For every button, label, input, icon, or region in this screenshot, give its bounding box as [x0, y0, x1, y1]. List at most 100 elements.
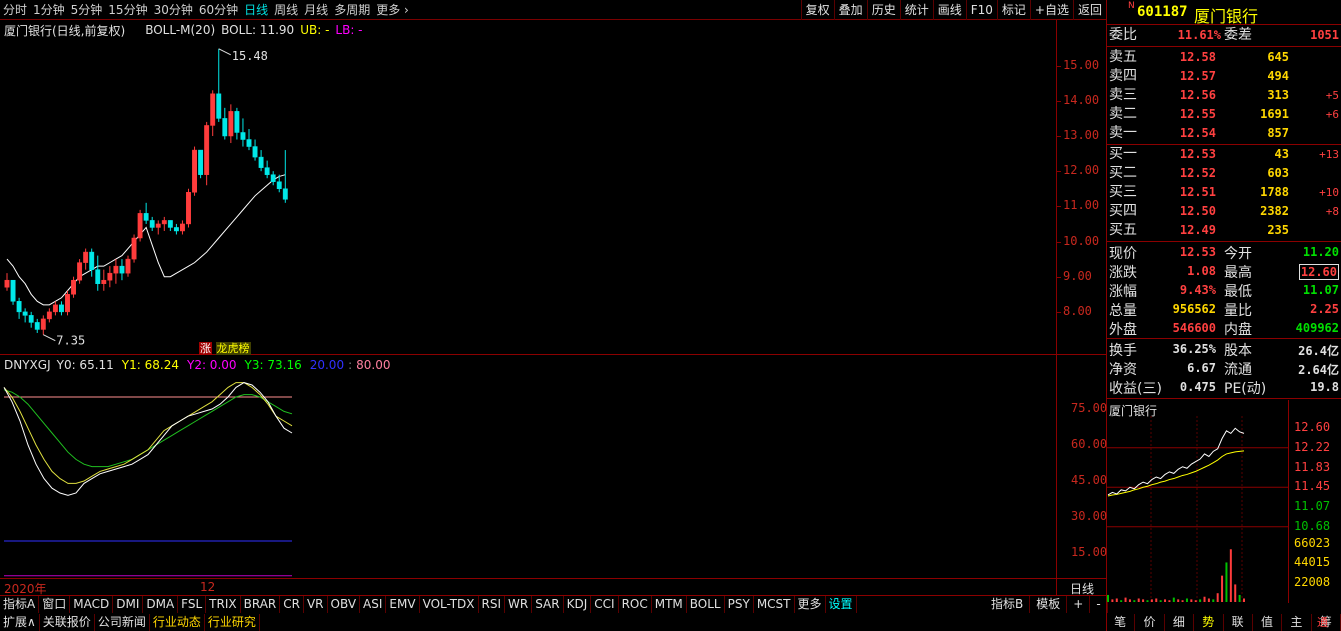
indicator-tab-16[interactable]: SAR	[532, 596, 564, 613]
intraday-chart[interactable]	[1106, 416, 1288, 602]
tool-button-2[interactable]: 历史	[866, 0, 900, 20]
candle[interactable]	[83, 248, 89, 270]
extension-tab-4[interactable]: 行业研究	[205, 614, 260, 631]
indicator-right-tab-1[interactable]: 模板	[1030, 596, 1068, 613]
indicator-right-tab-0[interactable]: 指标B	[985, 596, 1031, 613]
indicator-tab-14[interactable]: RSI	[479, 596, 506, 613]
candle[interactable]	[52, 301, 58, 316]
candle[interactable]	[246, 128, 252, 151]
indicator-tab-6[interactable]: TRIX	[206, 596, 241, 613]
period-tab-3[interactable]: 15分钟	[105, 0, 150, 20]
extension-tab-0[interactable]: 扩展∧	[0, 614, 40, 631]
indicator-chart[interactable]	[0, 355, 1056, 578]
indicator-tab-12[interactable]: EMV	[386, 596, 420, 613]
indicator-tab-9[interactable]: VR	[304, 596, 328, 613]
candle[interactable]	[282, 150, 288, 203]
candle[interactable]	[240, 118, 246, 147]
candle[interactable]	[149, 216, 155, 231]
indicator-tab-0[interactable]: 指标A	[0, 596, 40, 613]
intraday-tab-3[interactable]: 势	[1194, 614, 1224, 631]
extension-tab-3[interactable]: 行业动态	[150, 614, 205, 631]
tool-button-1[interactable]: 叠加	[833, 0, 867, 20]
candle[interactable]	[119, 259, 125, 281]
period-tab-6[interactable]: 日线	[241, 0, 271, 20]
indicator-tab-19[interactable]: ROC	[619, 596, 652, 613]
intraday-tab-6[interactable]: 主	[1282, 614, 1312, 631]
indicator-tab-2[interactable]: MACD	[70, 596, 114, 613]
period-tab-8[interactable]: 月线	[301, 0, 331, 20]
candle[interactable]	[28, 311, 34, 328]
indicator-tab-17[interactable]: KDJ	[564, 596, 592, 613]
longhubang-tag[interactable]: 龙虎榜	[215, 342, 251, 355]
candle[interactable]	[210, 90, 216, 136]
candle[interactable]	[192, 146, 198, 196]
indicator-tab-21[interactable]: BOLL	[687, 596, 725, 613]
ask-row[interactable]: 卖一 12.54 857	[1106, 124, 1341, 143]
indicator-tab-24[interactable]: 更多	[795, 596, 826, 613]
indicator-right-tab-2[interactable]: +	[1067, 596, 1091, 613]
indicator-tab-4[interactable]: DMA	[143, 596, 179, 613]
candle[interactable]	[4, 273, 10, 291]
intraday-tab-5[interactable]: 值	[1253, 614, 1283, 631]
tool-button-0[interactable]: 复权	[800, 0, 834, 20]
candle[interactable]	[167, 220, 173, 231]
tool-button-5[interactable]: F10	[965, 0, 997, 20]
intraday-tab-7[interactable]: 筹通	[1312, 614, 1341, 631]
bid-row[interactable]: 买三 12.51 1788 +10	[1106, 183, 1341, 202]
indicator-tab-20[interactable]: MTM	[652, 596, 687, 613]
period-tab-1[interactable]: 1分钟	[30, 0, 68, 20]
bid-row[interactable]: 买四 12.50 2382 +8	[1106, 202, 1341, 221]
intraday-tab-1[interactable]: 价	[1135, 614, 1165, 631]
indicator-tab-22[interactable]: PSY	[725, 596, 754, 613]
ask-row[interactable]: 卖五 12.58 645	[1106, 48, 1341, 67]
tool-button-7[interactable]: +自选	[1029, 0, 1073, 20]
bid-row[interactable]: 买二 12.52 603	[1106, 164, 1341, 183]
candle[interactable]	[113, 259, 119, 284]
candle[interactable]	[264, 160, 270, 179]
candle[interactable]	[77, 259, 83, 284]
extension-tab-2[interactable]: 公司新闻	[95, 614, 150, 631]
indicator-tab-5[interactable]: FSL	[178, 596, 207, 613]
candle[interactable]	[216, 48, 222, 122]
candle[interactable]	[137, 209, 143, 242]
candle[interactable]	[228, 104, 234, 144]
period-tab-4[interactable]: 30分钟	[151, 0, 196, 20]
candle[interactable]	[46, 308, 52, 323]
extension-tab-1[interactable]: 关联报价	[40, 614, 95, 631]
candle[interactable]	[10, 279, 16, 305]
candle[interactable]	[89, 248, 95, 277]
candle[interactable]	[95, 255, 101, 291]
stock-code[interactable]: 601187	[1137, 4, 1188, 20]
candle[interactable]	[234, 107, 240, 140]
tool-button-6[interactable]: 标记	[996, 0, 1030, 20]
period-tab-2[interactable]: 5分钟	[68, 0, 106, 20]
ask-row[interactable]: 卖二 12.55 1691 +6	[1106, 105, 1341, 124]
candle[interactable]	[107, 266, 113, 288]
indicator-tab-1[interactable]: 窗口	[39, 596, 71, 613]
indicator-tab-3[interactable]: DMI	[113, 596, 144, 613]
period-tab-0[interactable]: 分时	[0, 0, 30, 20]
candle[interactable]	[270, 171, 276, 186]
candle[interactable]	[258, 150, 264, 172]
candle[interactable]	[222, 107, 228, 140]
indicator-tab-7[interactable]: BRAR	[241, 596, 281, 613]
candle[interactable]	[204, 121, 210, 186]
candlestick-chart[interactable]: 15.48 7.35	[0, 20, 1056, 354]
candle[interactable]	[71, 276, 76, 298]
intraday-tab-0[interactable]: 笔	[1106, 614, 1136, 631]
candle[interactable]	[101, 269, 107, 291]
candle[interactable]	[161, 216, 167, 231]
indicator-tab-18[interactable]: CCI	[591, 596, 619, 613]
intraday-tab-2[interactable]: 细	[1165, 614, 1195, 631]
candle[interactable]	[65, 290, 70, 316]
candle[interactable]	[125, 255, 131, 277]
indicator-tab-8[interactable]: CR	[280, 596, 304, 613]
ask-row[interactable]: 卖三 12.56 313 +5	[1106, 86, 1341, 105]
indicator-tab-15[interactable]: WR	[505, 596, 533, 613]
indicator-tab-11[interactable]: ASI	[360, 596, 387, 613]
bid-row[interactable]: 买五 12.49 235	[1106, 221, 1341, 240]
candle[interactable]	[198, 149, 204, 179]
tool-button-4[interactable]: 画线	[932, 0, 966, 20]
candle[interactable]	[252, 139, 258, 161]
tool-button-8[interactable]: 返回	[1072, 0, 1106, 20]
